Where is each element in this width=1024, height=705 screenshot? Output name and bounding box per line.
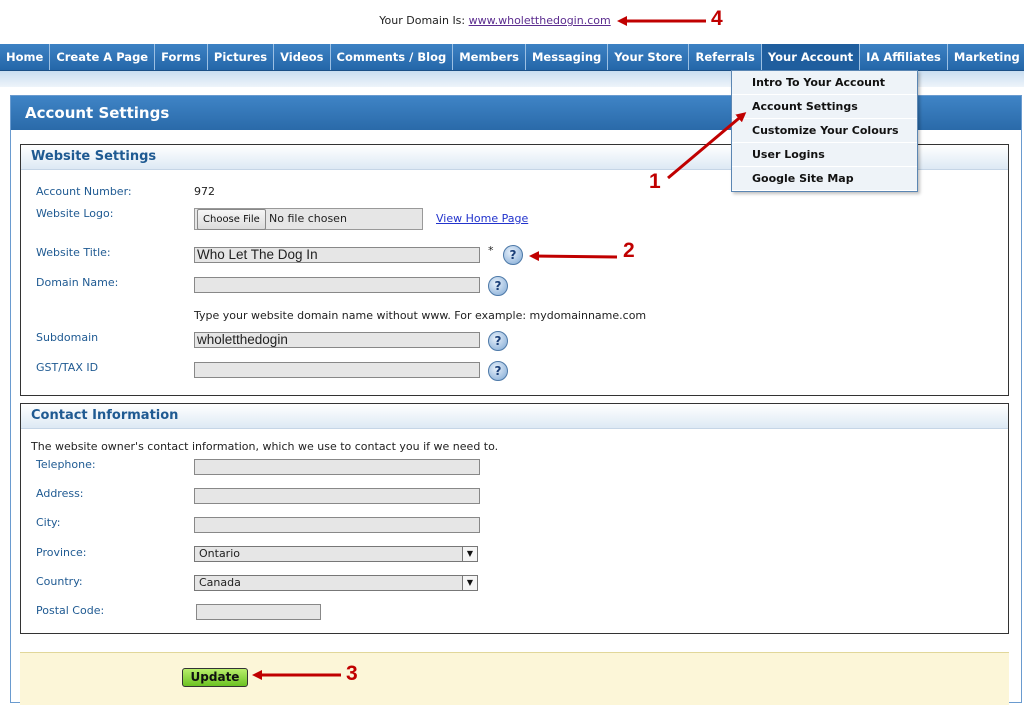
subdomain-input[interactable]: wholetthedogin <box>194 332 480 348</box>
contact-information-title: Contact Information <box>21 404 1008 429</box>
postal-code-input[interactable] <box>196 604 321 620</box>
address-input[interactable] <box>194 488 480 504</box>
country-select[interactable]: Canada ▼ <box>194 575 478 591</box>
callout-2: 2 <box>623 239 635 262</box>
account-dropdown-menu: Intro To Your Account Account Settings C… <box>731 70 918 192</box>
province-value: Ontario <box>199 547 240 560</box>
main-nav: Home Create A Page Forms Pictures Videos… <box>0 44 1024 71</box>
nav-home[interactable]: Home <box>0 44 51 70</box>
view-home-page-link[interactable]: View Home Page <box>436 212 528 225</box>
country-label: Country: <box>36 575 83 588</box>
menu-item-user-logins[interactable]: User Logins <box>732 143 917 167</box>
subdomain-label: Subdomain <box>36 331 99 344</box>
nav-comments-blog[interactable]: Comments / Blog <box>331 44 454 70</box>
domain-name-label: Domain Name: <box>36 276 119 289</box>
gst-tax-id-help-icon[interactable]: ? <box>488 361 508 381</box>
nav-pictures[interactable]: Pictures <box>208 44 275 70</box>
domain-link[interactable]: www.wholetthedogin.com <box>469 14 611 27</box>
telephone-input[interactable] <box>194 459 480 475</box>
chevron-down-icon: ▼ <box>462 576 477 590</box>
contact-information-section: Contact Information The website owner's … <box>20 403 1009 634</box>
menu-item-account-settings[interactable]: Account Settings <box>732 95 917 119</box>
nav-marketing[interactable]: Marketing <box>948 44 1024 70</box>
nav-members[interactable]: Members <box>453 44 526 70</box>
callout-3: 3 <box>346 662 358 685</box>
chevron-down-icon: ▼ <box>462 547 477 561</box>
subdomain-help-icon[interactable]: ? <box>488 331 508 351</box>
menu-item-intro[interactable]: Intro To Your Account <box>732 71 917 95</box>
website-title-label: Website Title: <box>36 246 111 259</box>
city-label: City: <box>36 516 61 529</box>
menu-item-google-site-map[interactable]: Google Site Map <box>732 167 917 191</box>
menu-item-customize-colours[interactable]: Customize Your Colours <box>732 119 917 143</box>
city-input[interactable] <box>194 517 480 533</box>
province-label: Province: <box>36 546 87 559</box>
update-button[interactable]: Update <box>182 668 248 687</box>
account-number-label: Account Number: <box>36 185 132 198</box>
nav-referrals[interactable]: Referrals <box>689 44 762 70</box>
nav-forms[interactable]: Forms <box>155 44 208 70</box>
gst-tax-id-input[interactable] <box>194 362 480 378</box>
country-value: Canada <box>199 576 241 589</box>
nav-your-store[interactable]: Your Store <box>608 44 690 70</box>
province-select[interactable]: Ontario ▼ <box>194 546 478 562</box>
nav-your-account[interactable]: Your Account <box>761 44 861 70</box>
nav-ia-affiliates[interactable]: IA Affiliates <box>860 44 948 70</box>
domain-name-help-icon[interactable]: ? <box>488 276 508 296</box>
contact-intro: The website owner's contact information,… <box>31 440 499 453</box>
domain-hint: Type your website domain name without ww… <box>194 309 647 322</box>
postal-code-label: Postal Code: <box>36 604 105 617</box>
domain-line: Your Domain Is: www.wholetthedogin.com <box>0 14 990 27</box>
gst-tax-id-label: GST/TAX ID <box>36 361 99 374</box>
no-file-text: No file chosen <box>269 212 347 225</box>
nav-create-page[interactable]: Create A Page <box>50 44 156 70</box>
nav-videos[interactable]: Videos <box>274 44 331 70</box>
account-number-value: 972 <box>194 185 215 198</box>
callout-4: 4 <box>711 7 723 30</box>
website-title-help-icon[interactable]: ? <box>503 245 523 265</box>
nav-messaging[interactable]: Messaging <box>526 44 609 70</box>
domain-name-input[interactable] <box>194 277 480 293</box>
file-input: Choose File No file chosen <box>194 208 423 230</box>
domain-label: Your Domain Is: <box>379 14 466 27</box>
required-mark: * <box>488 244 494 257</box>
telephone-label: Telephone: <box>36 458 96 471</box>
address-label: Address: <box>36 487 84 500</box>
website-title-input[interactable]: Who Let The Dog In <box>194 247 480 263</box>
update-bar: Update <box>20 652 1009 705</box>
choose-file-button[interactable]: Choose File <box>197 209 266 230</box>
website-logo-label: Website Logo: <box>36 207 114 220</box>
callout-1: 1 <box>649 170 661 193</box>
